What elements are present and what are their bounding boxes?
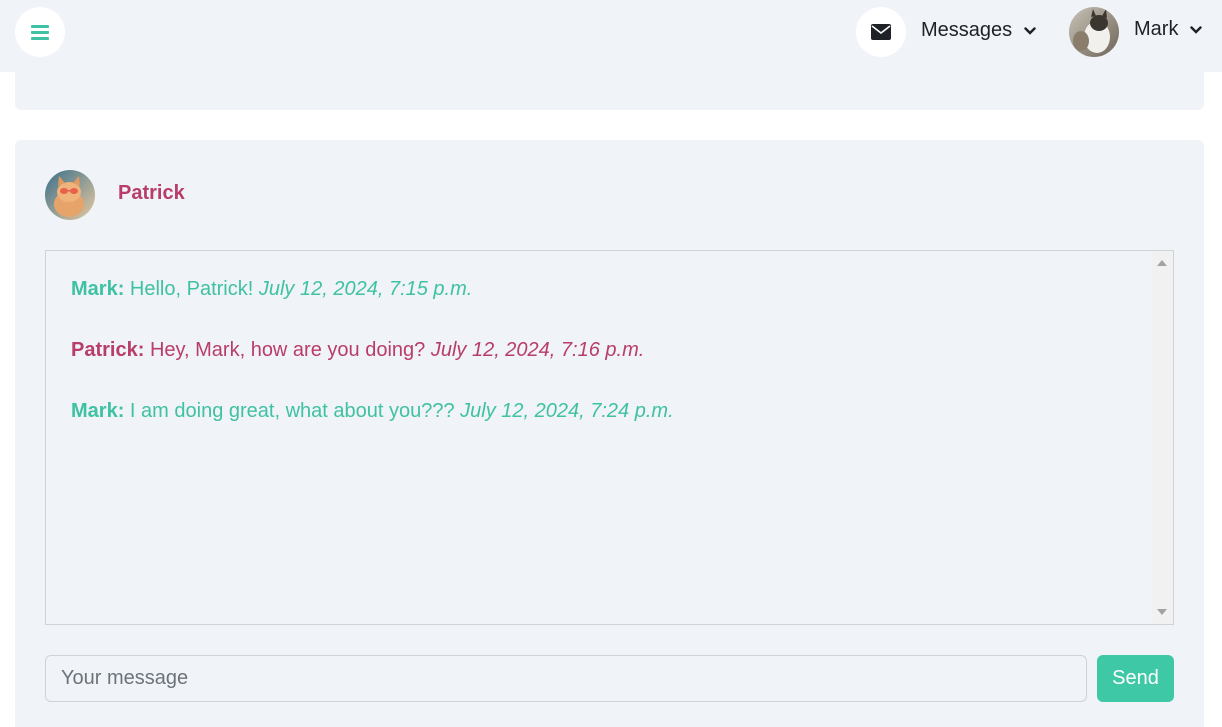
message-log[interactable]: Mark: Hello, Patrick! July 12, 2024, 7:1… xyxy=(45,250,1174,625)
message-author: Patrick: xyxy=(71,339,145,361)
message-author: Mark: xyxy=(71,278,125,300)
user-avatar[interactable] xyxy=(1069,7,1119,57)
message-item: Mark: I am doing great, what about you??… xyxy=(71,400,1152,423)
chevron-down-icon xyxy=(1024,26,1036,35)
message-timestamp: July 12, 2024, 7:24 p.m. xyxy=(460,400,674,422)
chat-card: Patrick Mark: Hello, Patrick! July 12, 2… xyxy=(15,140,1204,727)
scroll-down-icon[interactable] xyxy=(1157,609,1167,615)
top-navbar: Messages Mark xyxy=(0,0,1222,72)
messages-icon-button[interactable] xyxy=(856,7,906,57)
message-item: Patrick: Hey, Mark, how are you doing? J… xyxy=(71,339,1152,362)
contact-avatar xyxy=(45,170,95,220)
message-list: Mark: Hello, Patrick! July 12, 2024, 7:1… xyxy=(46,251,1152,624)
message-author: Mark: xyxy=(71,400,125,422)
message-input[interactable] xyxy=(45,655,1087,702)
messages-dropdown[interactable]: Messages xyxy=(921,19,1036,42)
hamburger-icon xyxy=(31,25,49,40)
message-text: I am doing great, what about you??? xyxy=(129,400,455,422)
menu-toggle-button[interactable] xyxy=(15,7,65,57)
message-timestamp: July 12, 2024, 7:16 p.m. xyxy=(430,339,645,361)
chevron-down-icon xyxy=(1190,25,1203,34)
user-name: Mark xyxy=(1134,18,1179,40)
message-item: Mark: Hello, Patrick! July 12, 2024, 7:1… xyxy=(71,278,1152,301)
message-text: Hey, Mark, how are you doing? xyxy=(149,339,426,361)
send-button[interactable]: Send xyxy=(1097,655,1174,702)
header-panel xyxy=(15,72,1204,110)
vertical-scrollbar[interactable] xyxy=(1152,251,1173,624)
contact-name: Patrick xyxy=(118,182,185,204)
envelope-icon xyxy=(871,24,891,40)
user-dropdown[interactable]: Mark xyxy=(1134,18,1203,41)
message-timestamp: July 12, 2024, 7:15 p.m. xyxy=(258,278,473,300)
messages-label: Messages xyxy=(921,19,1013,41)
scroll-up-icon[interactable] xyxy=(1157,260,1167,266)
message-text: Hello, Patrick! xyxy=(129,278,254,300)
